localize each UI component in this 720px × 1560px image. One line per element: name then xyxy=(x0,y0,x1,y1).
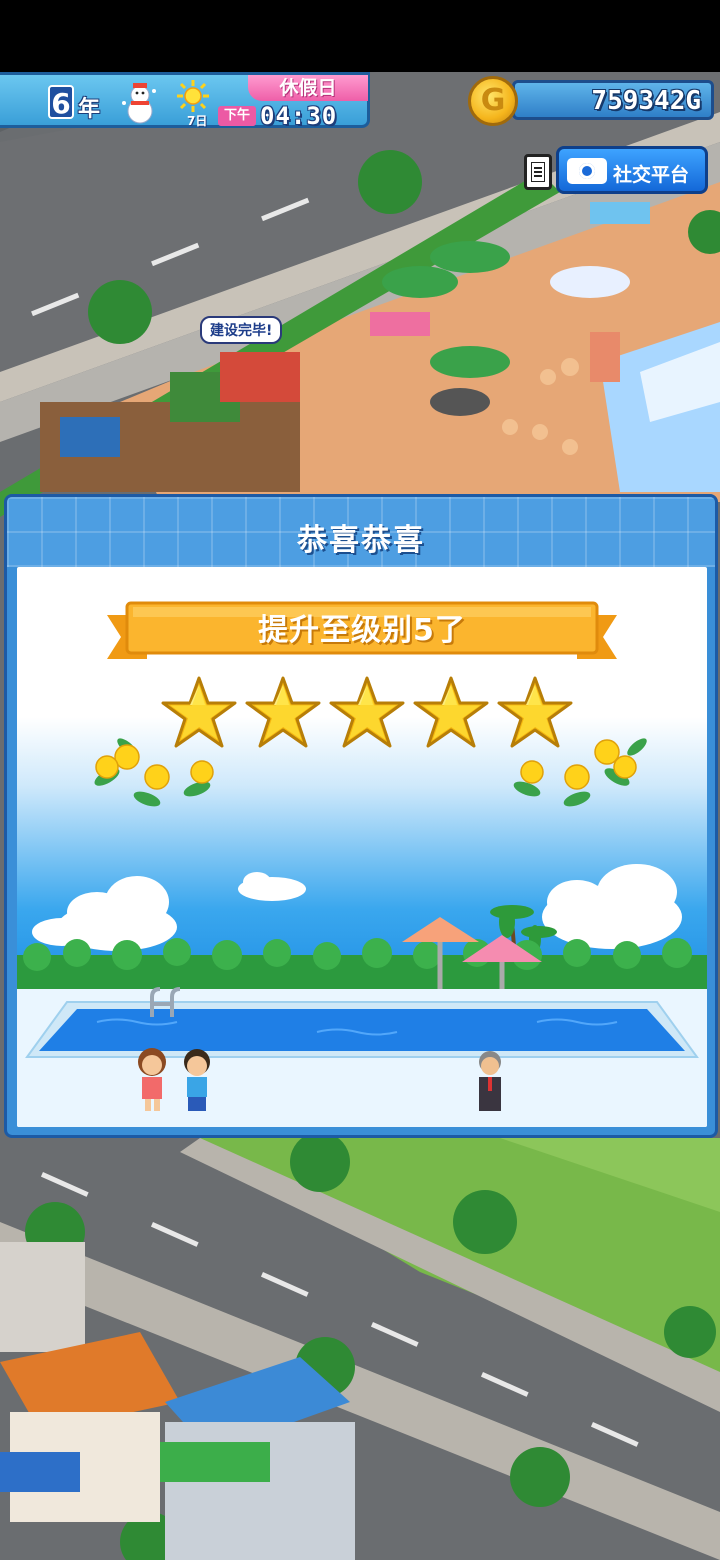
day-label: 7日 xyxy=(187,114,208,128)
level-up-dialog[interactable]: 恭喜恭喜 提升至级别5了 xyxy=(4,494,718,1138)
holiday-badge: 休假日 xyxy=(248,75,368,101)
year-number: 6 xyxy=(48,85,74,120)
dialog-title: 恭喜恭喜 xyxy=(297,523,425,558)
dialog-body: 提升至级别5了 xyxy=(17,567,707,1127)
star-icon xyxy=(329,676,405,748)
social-platform-label: 社交平台 xyxy=(613,164,690,186)
star-icon xyxy=(245,676,321,748)
level-up-message: 提升至级别5了 xyxy=(258,613,466,648)
dialog-header: 恭喜恭喜 xyxy=(7,497,715,567)
pool-scene-illustration xyxy=(17,717,707,1127)
star-icon xyxy=(161,676,237,748)
sunny-weather-icon xyxy=(177,80,209,112)
gold-coin-icon: G xyxy=(468,76,518,126)
star-icon xyxy=(497,676,573,748)
menu-icon xyxy=(531,162,545,182)
money-amount: 759342G xyxy=(591,86,701,116)
money-display: 759342G xyxy=(512,80,714,120)
construction-complete-bubble[interactable]: 建设完毕! xyxy=(200,316,283,344)
status-hud: 6 年 7日 休假日 下午 04:30 xyxy=(0,72,370,130)
camera-icon xyxy=(567,158,607,184)
star-icon xyxy=(413,676,489,748)
ampm-badge: 下午 xyxy=(218,106,256,126)
year-label: 年 xyxy=(78,97,101,122)
game-clock: 04:30 xyxy=(260,102,338,130)
menu-button[interactable] xyxy=(524,154,552,190)
snowman-icon xyxy=(122,83,156,124)
social-platform-button[interactable]: 社交平台 xyxy=(556,146,708,194)
